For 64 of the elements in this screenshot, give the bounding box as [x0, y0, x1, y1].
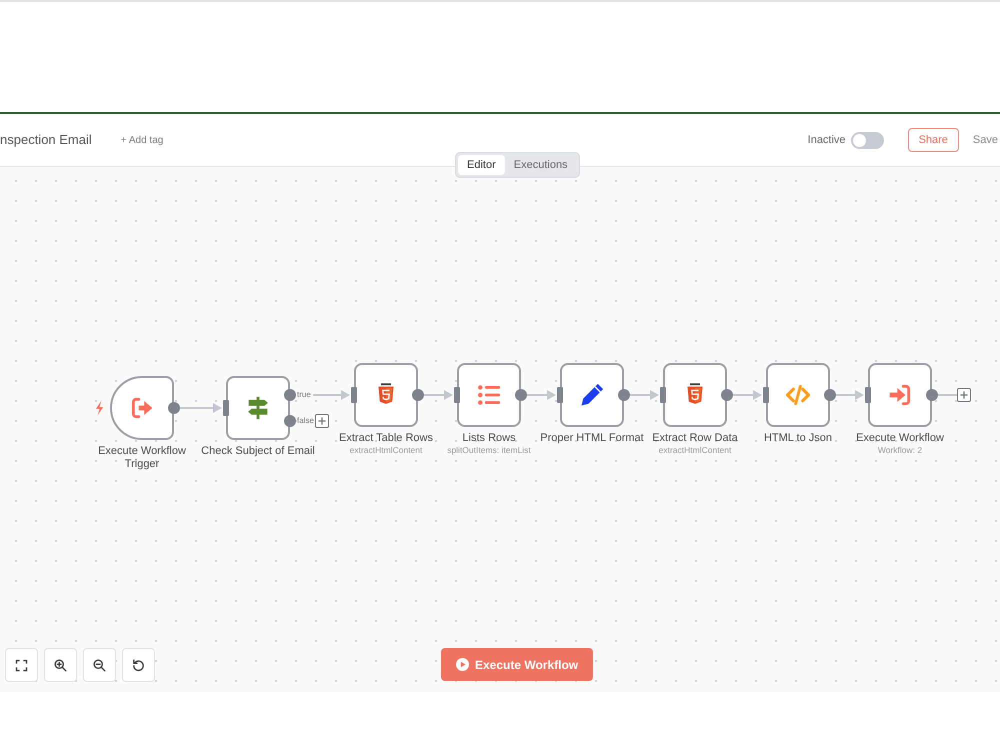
node-title: Extract Row Data [652, 432, 738, 445]
node-title: Execute Workflow Trigger [97, 445, 187, 471]
enter-arrow-icon [887, 382, 913, 408]
workflow-node[interactable] [560, 363, 624, 427]
output-handle[interactable] [284, 389, 296, 401]
view-tab[interactable]: Executions [504, 155, 577, 175]
workflow-node[interactable] [663, 363, 727, 427]
output-label: true [297, 390, 311, 400]
output-handle[interactable] [721, 389, 733, 401]
node-title: Lists Rows [462, 432, 516, 445]
input-handle[interactable] [454, 387, 460, 403]
output-handle[interactable] [926, 389, 938, 401]
input-handle[interactable] [763, 387, 769, 403]
workflow-node[interactable] [110, 376, 174, 440]
node-title: Extract Table Rows [339, 432, 433, 445]
reset-zoom-button[interactable] [122, 648, 155, 682]
lightning-icon [95, 400, 104, 416]
view-tab[interactable]: Editor [458, 155, 505, 175]
output-handle[interactable] [284, 415, 296, 427]
workflow-node[interactable] [457, 363, 521, 427]
node-title: HTML to Json [764, 432, 832, 445]
zoom-out-button[interactable] [83, 648, 116, 682]
reset-arrow-icon [131, 658, 146, 672]
active-status-label: Inactive [808, 132, 846, 148]
exit-arrow-icon [129, 395, 155, 421]
save-status: Save [972, 132, 998, 148]
execute-workflow-button[interactable]: Execute Workflow [441, 648, 594, 681]
active-toggle[interactable] [850, 132, 884, 148]
zoom-in-icon [53, 658, 68, 672]
input-handle[interactable] [351, 387, 357, 403]
node-title: Execute Workflow [856, 432, 944, 445]
connector-line [938, 394, 957, 396]
input-handle[interactable] [223, 400, 229, 416]
fit-view-button[interactable] [5, 648, 38, 682]
input-handle[interactable] [660, 387, 666, 403]
zoom-in-button[interactable] [44, 648, 77, 682]
input-handle[interactable] [865, 387, 871, 403]
node-subtitle: extractHtmlContent [350, 445, 422, 456]
workflow-node[interactable] [766, 363, 830, 427]
output-handle[interactable] [618, 389, 630, 401]
node-title: Check Subject of Email [201, 445, 315, 458]
zoom-out-icon [92, 658, 107, 672]
add-tag-link[interactable]: + Add tag [120, 132, 164, 148]
plus-icon [318, 417, 326, 425]
output-handle[interactable] [515, 389, 527, 401]
output-handle[interactable] [168, 402, 180, 414]
workflow-title: nspection Email [0, 131, 92, 150]
fit-view-icon [14, 658, 29, 672]
add-node-button[interactable] [315, 414, 329, 428]
node-subtitle: extractHtmlContent [658, 445, 732, 456]
play-circle-icon [456, 658, 469, 671]
plus-icon [960, 391, 968, 399]
output-label: false [297, 416, 314, 426]
node-subtitle: splitOutItems: itemList [447, 445, 531, 456]
workflow-node[interactable] [226, 376, 290, 440]
node-title: Proper HTML Format [540, 432, 644, 445]
workflow-node[interactable] [354, 363, 418, 427]
add-node-button[interactable] [957, 388, 971, 402]
output-handle[interactable] [412, 389, 424, 401]
input-handle[interactable] [557, 387, 563, 403]
share-button[interactable]: Share [908, 128, 959, 152]
node-subtitle: Workflow: 2 [878, 445, 922, 456]
workflow-node[interactable] [868, 363, 932, 427]
output-handle[interactable] [824, 389, 836, 401]
